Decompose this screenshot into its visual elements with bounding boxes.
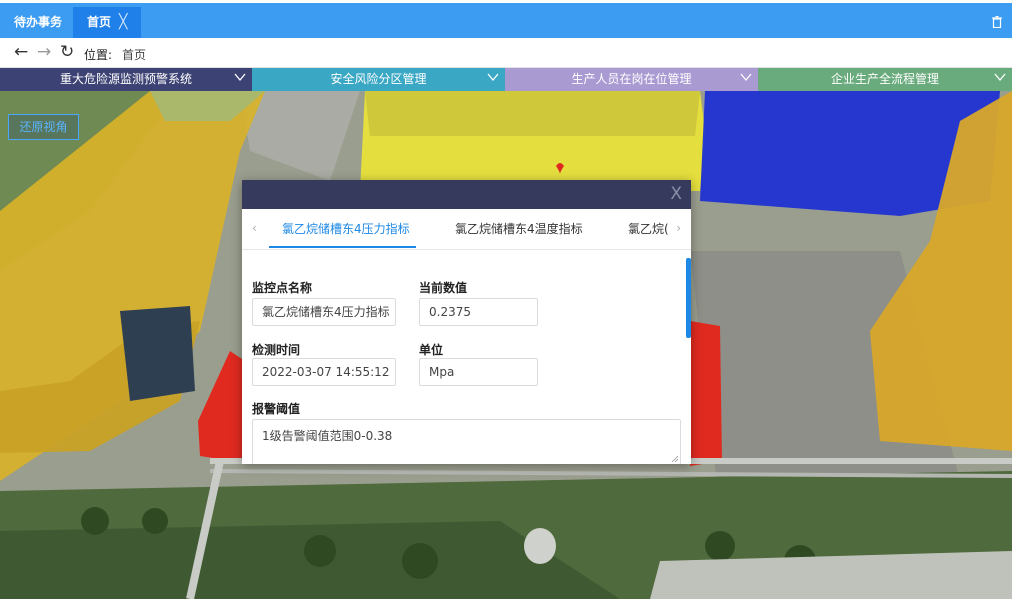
menu-label: 安全风险分区管理: [330, 72, 427, 86]
menu-personnel-on-duty[interactable]: 生产人员在岗在位管理: [505, 68, 758, 91]
forward-arrow-icon[interactable]: →: [37, 42, 51, 62]
unit-field[interactable]: Mpa: [419, 358, 538, 386]
trash-icon[interactable]: [992, 16, 1002, 28]
tab-home[interactable]: 首页 ╳: [73, 7, 142, 38]
time-field[interactable]: 2022-03-07 14:55:12: [252, 358, 396, 386]
location-breadcrumb[interactable]: 首页: [122, 46, 146, 63]
scrollbar-thumb[interactable]: [686, 258, 691, 338]
unit-label: 单位: [419, 343, 444, 357]
refresh-icon[interactable]: ↻: [60, 42, 74, 62]
time-label: 检测时间: [252, 343, 301, 357]
chevron-right-icon[interactable]: ›: [676, 221, 681, 235]
category-menu-bar: 重大危险源监测预警系统 安全风险分区管理 生产人员在岗在位管理 企业生产全流程管…: [0, 68, 1012, 91]
threshold-value: 1级告警阈值范围0-0.38: [262, 429, 393, 443]
navigation-bar: ← → ↻ 位置: 首页: [0, 38, 1012, 68]
threshold-label: 报警阈值: [252, 402, 301, 416]
menu-risk-zoning[interactable]: 安全风险分区管理: [252, 68, 505, 91]
current-value-field[interactable]: 0.2375: [419, 298, 538, 326]
tab-pressure-indicator[interactable]: 氯乙烷储槽东4压力指标: [282, 220, 410, 237]
monitoring-point-popup: X ‹ 氯乙烷储槽东4压力指标 氯乙烷储槽东4温度指标 氯乙烷( › 监控点名称…: [242, 180, 691, 464]
restore-view-button[interactable]: 还原视角: [8, 114, 79, 140]
tab-todo[interactable]: 待办事务: [0, 7, 76, 38]
tab-home-label: 首页: [87, 15, 112, 29]
resize-grip-icon[interactable]: [671, 455, 678, 462]
menu-major-hazard-monitoring[interactable]: 重大危险源监测预警系统: [0, 68, 252, 91]
active-tab-indicator: [269, 246, 416, 248]
name-field[interactable]: 氯乙烷储槽东4压力指标: [252, 298, 396, 326]
top-tab-bar: 待办事务 首页 ╳: [0, 0, 1012, 38]
tab-close-icon[interactable]: ╳: [119, 14, 127, 30]
popup-header: X: [242, 180, 691, 209]
chevron-down-icon: [234, 73, 246, 82]
name-label: 监控点名称: [252, 281, 313, 295]
menu-label: 重大危险源监测预警系统: [59, 72, 192, 86]
chevron-left-icon[interactable]: ‹: [252, 221, 257, 235]
menu-label: 生产人员在岗在位管理: [571, 72, 692, 86]
menu-production-process[interactable]: 企业生产全流程管理: [758, 68, 1012, 91]
tab-more-indicator[interactable]: 氯乙烷(: [628, 220, 669, 237]
chevron-down-icon: [740, 73, 752, 82]
indicator-tabs: ‹ 氯乙烷储槽东4压力指标 氯乙烷储槽东4温度指标 氯乙烷( ›: [242, 209, 691, 249]
indicator-form: 监控点名称 氯乙烷储槽东4压力指标 当前数值 0.2375 检测时间 2022-…: [242, 250, 691, 464]
chevron-down-icon: [487, 73, 499, 82]
back-arrow-icon[interactable]: ←: [14, 42, 28, 62]
threshold-textarea[interactable]: 1级告警阈值范围0-0.38: [252, 419, 681, 464]
location-label: 位置:: [84, 48, 113, 62]
current-value-label: 当前数值: [419, 281, 468, 295]
menu-label: 企业生产全流程管理: [830, 72, 939, 86]
close-icon[interactable]: X: [670, 185, 682, 203]
tab-temperature-indicator[interactable]: 氯乙烷储槽东4温度指标: [455, 220, 583, 237]
chevron-down-icon: [994, 73, 1006, 82]
